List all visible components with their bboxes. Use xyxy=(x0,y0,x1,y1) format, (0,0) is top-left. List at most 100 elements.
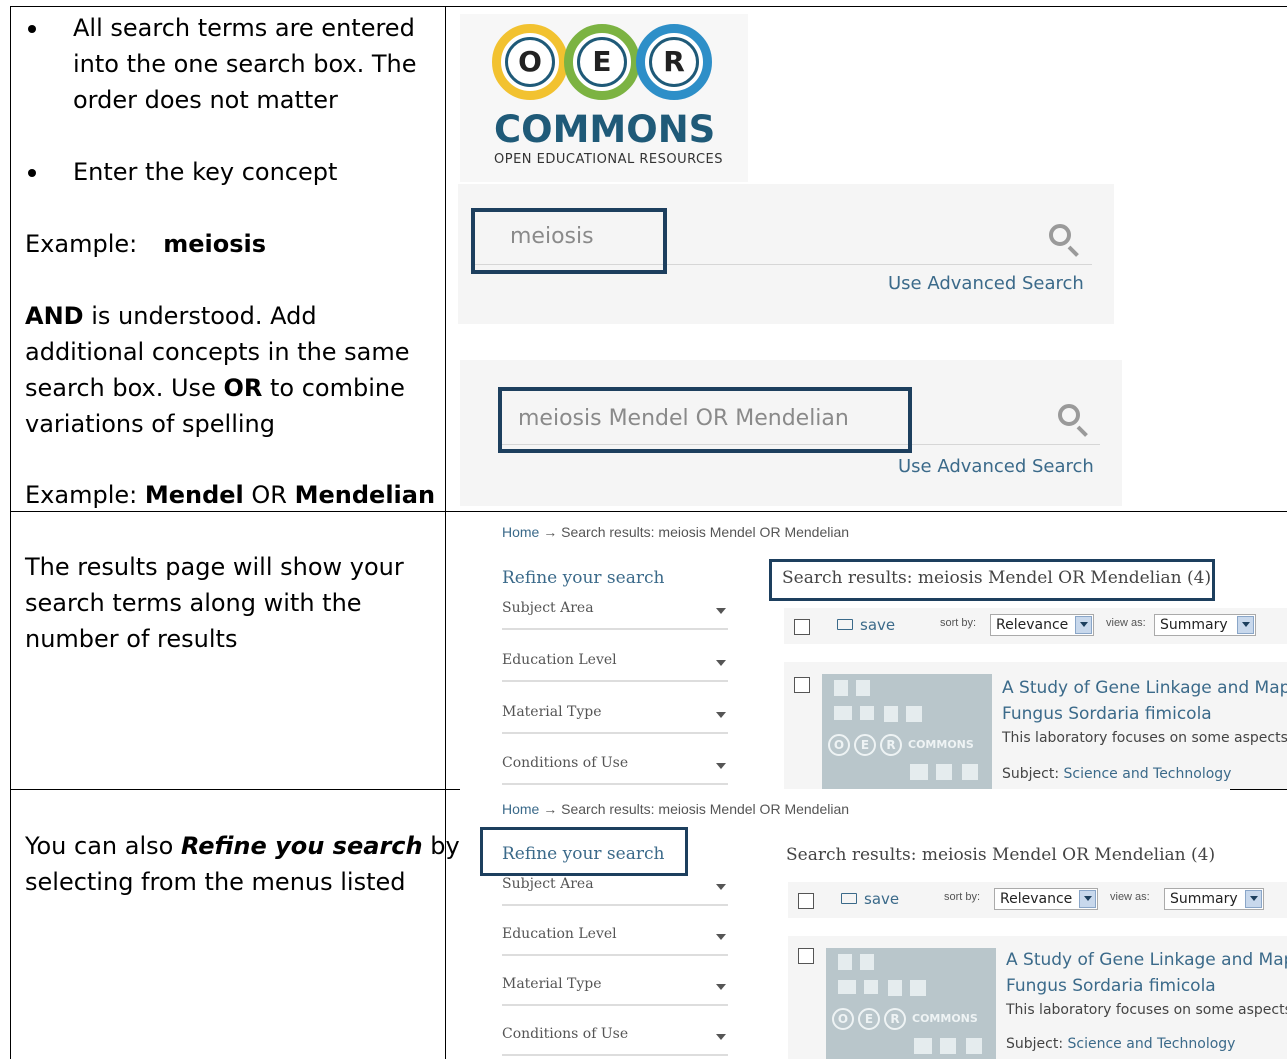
item-thumbnail[interactable]: O E R COMMONS xyxy=(822,674,992,789)
facet-education-level[interactable]: Education Level xyxy=(502,926,728,956)
item-title-line1[interactable]: A Study of Gene Linkage and Map xyxy=(1006,950,1287,970)
table-border-left xyxy=(10,6,11,1059)
subject-value[interactable]: Science and Technology xyxy=(1068,1036,1236,1052)
facet-conditions-of-use[interactable]: Conditions of Use xyxy=(502,755,728,785)
refine-heading: Refine your search xyxy=(502,568,665,588)
table-row-divider-2 xyxy=(10,789,460,790)
facet-conditions-of-use[interactable]: Conditions of Use xyxy=(502,1026,728,1056)
highlight-box-refine xyxy=(480,827,688,876)
search-icon[interactable] xyxy=(1058,404,1080,426)
logo-ring-r: R xyxy=(636,24,712,100)
facet-label: Subject Area xyxy=(502,600,594,616)
view-select[interactable]: Summary xyxy=(1164,888,1264,910)
facet-label: Education Level xyxy=(502,652,617,668)
bullet-dot xyxy=(28,25,36,33)
facet-education-level[interactable]: Education Level xyxy=(502,652,728,682)
chevron-down-icon xyxy=(1245,890,1262,908)
advanced-search-link[interactable]: Use Advanced Search xyxy=(888,273,1084,294)
view-label: view as: xyxy=(1110,891,1150,903)
bullet1-line: All search terms are entered xyxy=(73,14,415,42)
item-title-line2[interactable]: Fungus Sordaria fimicola xyxy=(1002,704,1212,724)
thumb-logo-e: E xyxy=(858,1008,880,1030)
sort-select[interactable]: Relevance xyxy=(990,614,1094,636)
folder-icon xyxy=(837,619,853,630)
subject-value[interactable]: Science and Technology xyxy=(1064,766,1232,782)
save-button[interactable]: save xyxy=(864,890,899,908)
item-subject: Subject: Science and Technology xyxy=(1002,766,1231,782)
highlight-box-search2 xyxy=(498,387,912,453)
folder-icon xyxy=(841,893,857,904)
facet-label: Subject Area xyxy=(502,876,594,892)
facet-subject-area[interactable]: Subject Area xyxy=(502,876,728,906)
logo-name: COMMONS xyxy=(494,108,716,151)
breadcrumb: Home → Search results: meiosis Mendel OR… xyxy=(502,801,849,817)
item-description: This laboratory focuses on some aspects xyxy=(1002,730,1287,746)
results-page-1: Home → Search results: meiosis Mendel OR… xyxy=(460,512,1287,789)
logo-ring-e: E xyxy=(564,24,640,100)
thumb-tile xyxy=(940,1038,956,1054)
facet-subject-area[interactable]: Subject Area xyxy=(502,600,728,630)
refine-emphasis: Refine you search xyxy=(180,832,423,860)
item-checkbox[interactable] xyxy=(794,677,810,693)
chevron-down-icon xyxy=(1079,890,1096,908)
bullet-dot xyxy=(28,169,36,177)
table-divider-vertical xyxy=(445,6,446,1059)
item-subject: Subject: Science and Technology xyxy=(1006,1036,1235,1052)
item-title-line2[interactable]: Fungus Sordaria fimicola xyxy=(1006,976,1216,996)
result-item: O E R COMMONS A Study of Gene Linkage an… xyxy=(788,936,1287,1059)
results-line: number of results xyxy=(25,625,238,653)
select-all-checkbox[interactable] xyxy=(798,893,814,909)
sort-label: sort by: xyxy=(944,891,981,903)
subject-label: Subject: xyxy=(1006,1036,1068,1052)
breadcrumb-home[interactable]: Home xyxy=(502,801,539,817)
subject-label: Subject: xyxy=(1002,766,1064,782)
logo-subtitle: OPEN EDUCATIONAL RESOURCES xyxy=(494,152,724,167)
thumb-tile xyxy=(834,706,852,720)
breadcrumb-current: Search results: meiosis Mendel OR Mendel… xyxy=(561,524,850,540)
facet-material-type[interactable]: Material Type xyxy=(502,976,728,1006)
results-line: The results page will show your xyxy=(25,553,404,581)
facet-material-type[interactable]: Material Type xyxy=(502,704,728,734)
facet-label: Education Level xyxy=(502,926,617,942)
bullet1-line: order does not matter xyxy=(73,86,338,114)
and-bold: AND xyxy=(25,302,84,330)
oer-commons-logo: O E R COMMONS OPEN EDUCATIONAL RESOURCES xyxy=(460,14,748,182)
example2: Example: Mendel OR Mendelian xyxy=(25,477,435,513)
select-all-checkbox[interactable] xyxy=(794,619,810,635)
thumb-tile xyxy=(860,954,874,970)
example2-label: Example: xyxy=(25,481,145,509)
sort-value: Relevance xyxy=(1000,891,1073,907)
results-toolbar: save sort by: Relevance view as: Summary xyxy=(784,608,1287,644)
bullet1-text: All search terms are entered into the on… xyxy=(73,10,417,118)
item-thumbnail[interactable]: O E R COMMONS xyxy=(826,948,996,1059)
highlight-box-search1 xyxy=(471,208,667,274)
thumb-tile xyxy=(910,980,926,996)
example1-term: meiosis xyxy=(163,230,267,258)
chevron-down-icon xyxy=(716,884,726,890)
sort-label: sort by: xyxy=(940,617,977,629)
highlight-box-results-title xyxy=(769,559,1215,601)
breadcrumb: Home → Search results: meiosis Mendel OR… xyxy=(502,524,849,540)
thumb-logo-r: R xyxy=(880,734,902,756)
item-title-line1[interactable]: A Study of Gene Linkage and Map xyxy=(1002,678,1287,698)
sort-select[interactable]: Relevance xyxy=(994,888,1098,910)
chevron-down-icon xyxy=(716,984,726,990)
example1: Example: meiosis xyxy=(25,226,266,262)
thumb-tile xyxy=(966,1038,982,1054)
and-line4: variations of spelling xyxy=(25,410,275,438)
logo-letter-o: O xyxy=(505,37,555,87)
item-checkbox[interactable] xyxy=(798,948,814,964)
view-value: Summary xyxy=(1160,617,1228,633)
search-icon[interactable] xyxy=(1049,224,1071,246)
view-select[interactable]: Summary xyxy=(1154,614,1256,636)
results-line: search terms along with the xyxy=(25,589,362,617)
refine-pre: You can also xyxy=(25,832,181,860)
save-button[interactable]: save xyxy=(860,616,895,634)
advanced-search-link[interactable]: Use Advanced Search xyxy=(898,456,1094,477)
breadcrumb-home[interactable]: Home xyxy=(502,524,539,540)
thumb-logo-o: O xyxy=(828,734,850,756)
and-line2: additional concepts in the same xyxy=(25,338,410,366)
breadcrumb-arrow: → xyxy=(539,801,562,817)
facet-label: Material Type xyxy=(502,976,602,992)
results-title: Search results: meiosis Mendel OR Mendel… xyxy=(786,845,1216,865)
